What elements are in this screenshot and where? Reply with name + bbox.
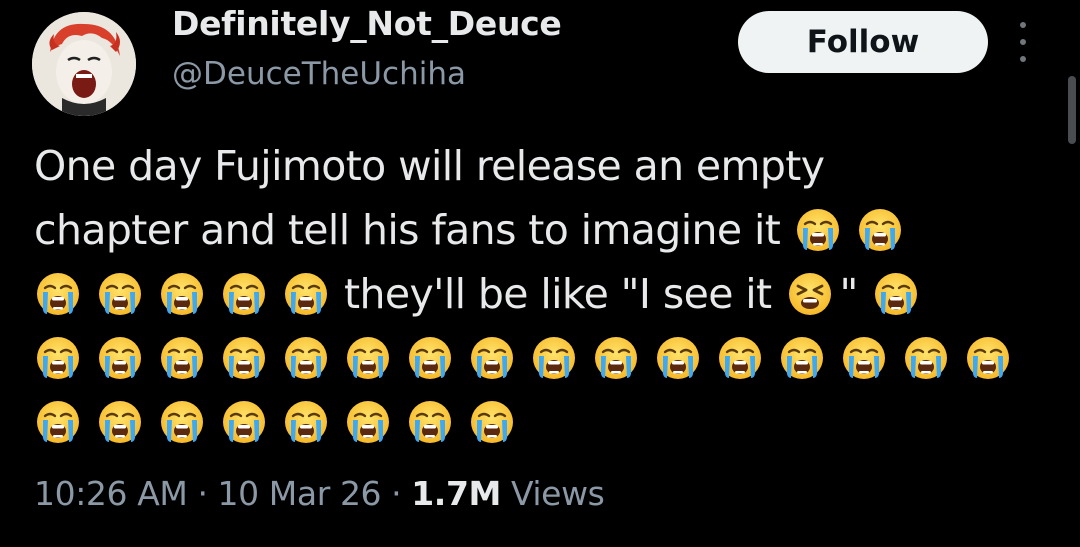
loudly-crying-face-icon <box>96 334 144 382</box>
tired-face-icon <box>786 270 834 318</box>
loudly-crying-face-icon <box>96 270 144 318</box>
tweet-line-5 <box>34 390 1034 454</box>
loudly-crying-face-icon <box>468 398 516 446</box>
loudly-crying-face-icon <box>220 270 268 318</box>
follow-button[interactable]: Follow <box>738 11 988 73</box>
tweet-meta: 10:26 AM · 10 Mar 26 · 1.7M Views <box>34 474 605 513</box>
loudly-crying-face-icon <box>964 334 1012 382</box>
loudly-crying-face-icon <box>902 334 950 382</box>
loudly-crying-face-icon <box>34 398 82 446</box>
tweet-line-3: they'll be like "I see it " <box>34 262 1034 326</box>
loudly-crying-face-icon <box>34 270 82 318</box>
tweet-text-line-1: One day Fujimoto will release an empty <box>34 142 825 190</box>
loudly-crying-face-icon <box>778 334 826 382</box>
loudly-crying-face-icon <box>406 398 454 446</box>
loudly-crying-face-icon <box>158 398 206 446</box>
display-name[interactable]: Definitely_Not_Deuce <box>172 4 562 43</box>
loudly-crying-face-icon <box>96 398 144 446</box>
loudly-crying-face-icon <box>468 334 516 382</box>
user-handle[interactable]: @DeuceTheUchiha <box>172 56 466 92</box>
loudly-crying-face-icon <box>34 334 82 382</box>
tweet-line-1: One day Fujimoto will release an empty <box>34 134 1034 198</box>
tweet-text-line-2: chapter and tell his fans to imagine it <box>34 206 781 254</box>
views-label: Views <box>510 474 605 513</box>
loudly-crying-face-icon <box>344 334 392 382</box>
loudly-crying-face-icon <box>716 334 764 382</box>
views-count: 1.7M <box>411 474 501 513</box>
loudly-crying-face-icon <box>530 334 578 382</box>
tweet-text: One day Fujimoto will release an empty c… <box>34 134 1034 454</box>
loudly-crying-face-icon <box>282 398 330 446</box>
loudly-crying-face-icon <box>592 334 640 382</box>
loudly-crying-face-icon <box>872 270 920 318</box>
tweet-text-line-3: they'll be like "I see it <box>344 270 772 318</box>
more-options-icon[interactable] <box>1010 22 1036 62</box>
loudly-crying-face-icon <box>654 334 702 382</box>
tweet-date[interactable]: 10 Mar 26 <box>218 474 382 513</box>
loudly-crying-face-icon <box>282 334 330 382</box>
loudly-crying-face-icon <box>856 206 904 254</box>
loudly-crying-face-icon <box>840 334 888 382</box>
loudly-crying-face-icon <box>220 334 268 382</box>
tweet-quote-close: " <box>839 270 859 318</box>
meta-separator: · <box>391 474 402 513</box>
loudly-crying-face-icon <box>344 398 392 446</box>
loudly-crying-face-icon <box>794 206 842 254</box>
tweet: Definitely_Not_Deuce @DeuceTheUchiha Fol… <box>0 0 1080 547</box>
scrollbar[interactable] <box>1068 76 1076 144</box>
tweet-line-2: chapter and tell his fans to imagine it <box>34 198 1034 262</box>
avatar[interactable] <box>32 12 136 116</box>
tweet-line-4 <box>34 326 1034 390</box>
loudly-crying-face-icon <box>282 270 330 318</box>
loudly-crying-face-icon <box>158 334 206 382</box>
loudly-crying-face-icon <box>406 334 454 382</box>
loudly-crying-face-icon <box>158 270 206 318</box>
loudly-crying-face-icon <box>220 398 268 446</box>
tweet-time[interactable]: 10:26 AM <box>34 474 188 513</box>
meta-separator: · <box>197 474 208 513</box>
